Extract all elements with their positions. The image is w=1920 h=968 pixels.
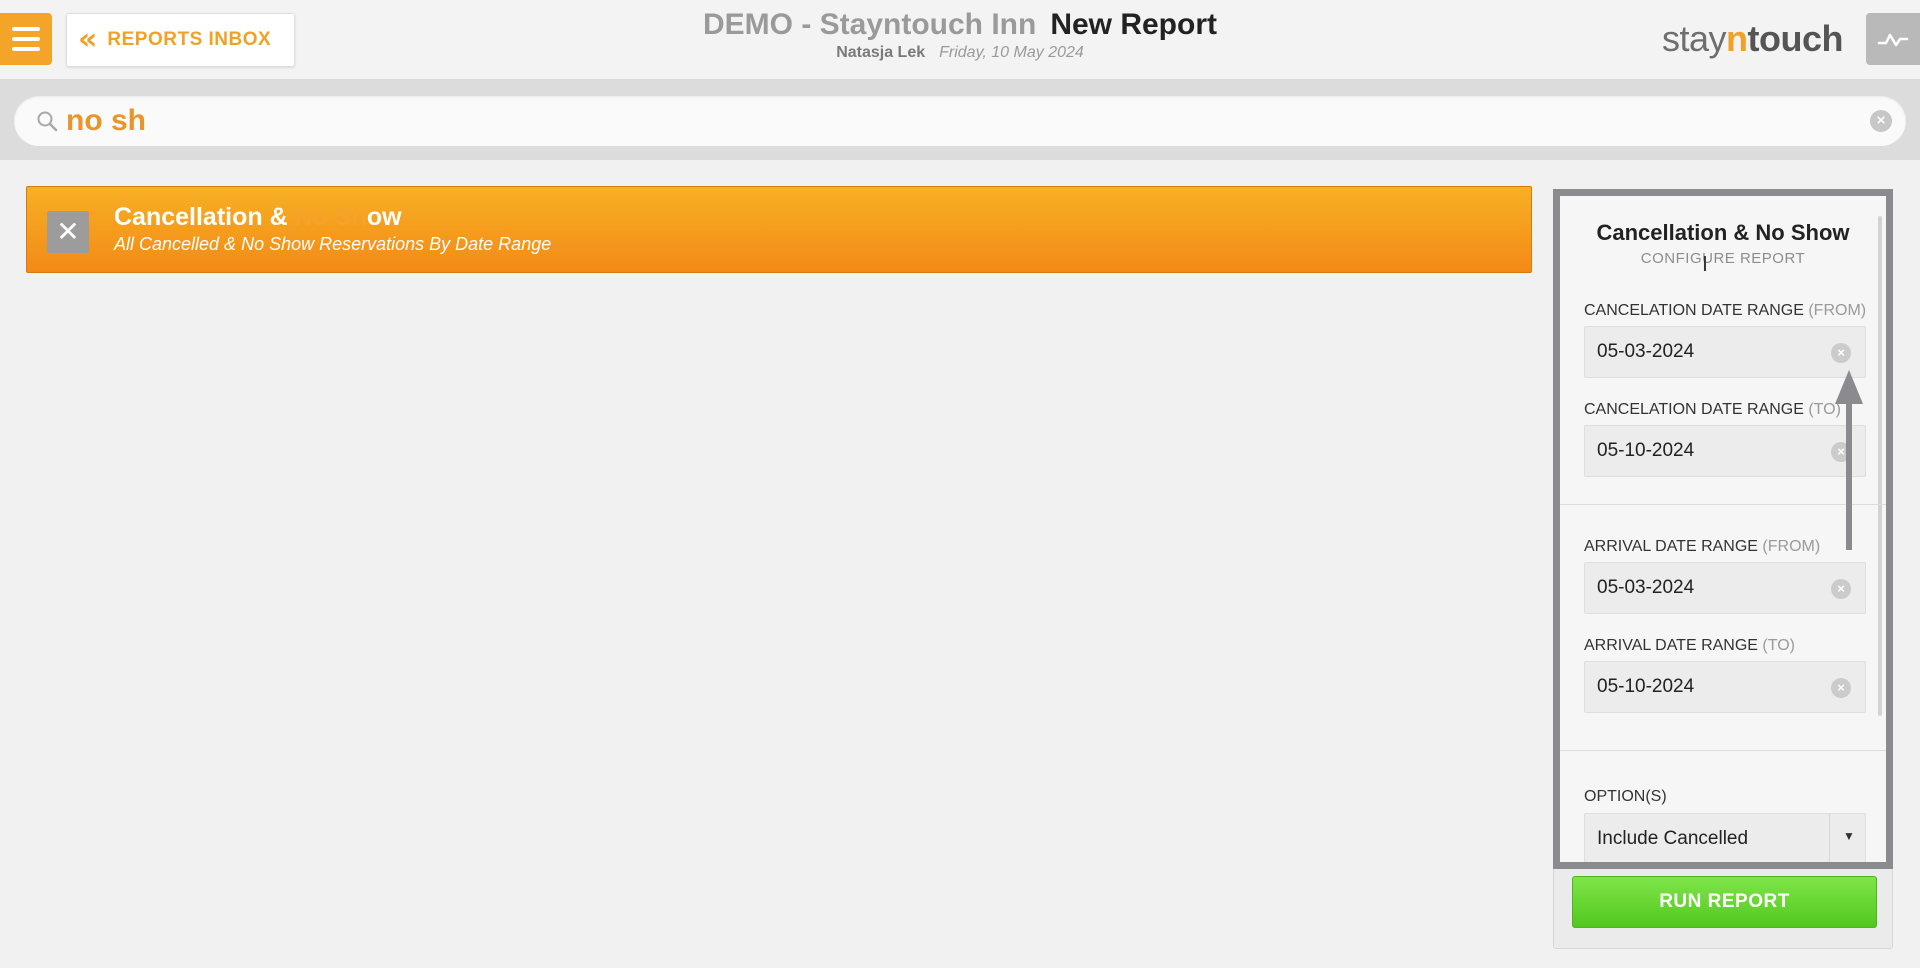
panel-scrollbar[interactable] [1878, 216, 1882, 716]
close-icon[interactable]: ✕ [47, 211, 89, 253]
user-name: Natasja Lek [836, 44, 926, 61]
search-input[interactable] [66, 96, 1846, 146]
options-select[interactable]: Include Cancelled ▼ [1584, 813, 1866, 862]
hamburger-menu-button[interactable] [0, 13, 52, 65]
result-title: Cancellation & No Show [114, 203, 402, 231]
report-title: New Report [1050, 8, 1217, 41]
arrival-from-label: ARRIVAL DATE RANGE (FROM) [1584, 538, 1821, 555]
reports-inbox-label: REPORTS INBOX [107, 29, 272, 50]
cancel-to-label: CANCELATION DATE RANGE (TO) [1584, 401, 1841, 418]
arrow-up-icon [1835, 370, 1863, 550]
search-field: × [14, 96, 1906, 146]
activity-graph-icon [1877, 33, 1909, 47]
cancel-from-label: CANCELATION DATE RANGE (FROM) [1584, 302, 1867, 319]
business-date: Friday, 10 May 2024 [939, 44, 1084, 61]
clear-date-icon[interactable]: × [1831, 678, 1851, 698]
section-divider [1560, 750, 1886, 751]
options-label: OPTION(S) [1584, 788, 1667, 805]
arrival-to-date-input[interactable]: 05-10-2024 × [1584, 661, 1866, 713]
arrival-from-date-input[interactable]: 05-03-2024 × [1584, 562, 1866, 614]
clear-date-icon[interactable]: × [1831, 343, 1851, 363]
panel-title: Cancellation & No Show [1596, 220, 1850, 245]
reports-inbox-button[interactable]: « REPORTS INBOX [66, 13, 295, 67]
clear-date-icon[interactable]: × [1831, 579, 1851, 599]
search-bar: × [0, 80, 1920, 160]
menu-bar-icon [12, 47, 40, 51]
menu-bar-icon [12, 37, 40, 41]
page-title: DEMO - Stayntouch Inn New Report [600, 8, 1320, 42]
arrival-to-label: ARRIVAL DATE RANGE (TO) [1584, 637, 1796, 654]
hotel-name: DEMO - Stayntouch Inn [702, 8, 1037, 41]
caret-down-icon: ▼ [1843, 829, 1855, 843]
result-description: All Cancelled & No Show Reservations By … [114, 234, 552, 254]
stayntouch-logo: stayntouch [1662, 18, 1844, 59]
text-cursor-icon: I [1702, 252, 1708, 276]
search-icon [37, 111, 58, 132]
double-chevron-left-icon: « [78, 22, 98, 57]
activity-graph-button[interactable] [1866, 13, 1920, 65]
page-title-block: DEMO - Stayntouch Inn New Report Natasja … [600, 8, 1320, 62]
top-header: « REPORTS INBOX DEMO - Stayntouch Inn New… [0, 0, 1920, 80]
cancel-from-date-input[interactable]: 05-03-2024 × [1584, 326, 1866, 378]
run-report-button[interactable]: RUN REPORT [1572, 876, 1877, 928]
report-result-item[interactable]: ✕ Cancellation & No Show All Cancelled &… [26, 186, 1532, 273]
panel-subtitle: CONFIGURE REPORT [1640, 250, 1806, 267]
menu-bar-icon [12, 27, 40, 31]
cancel-to-date-input[interactable]: 05-10-2024 × [1584, 425, 1866, 477]
clear-search-icon[interactable]: × [1870, 110, 1892, 132]
page-subtitle: Natasja Lek Friday, 10 May 2024 [600, 44, 1320, 62]
